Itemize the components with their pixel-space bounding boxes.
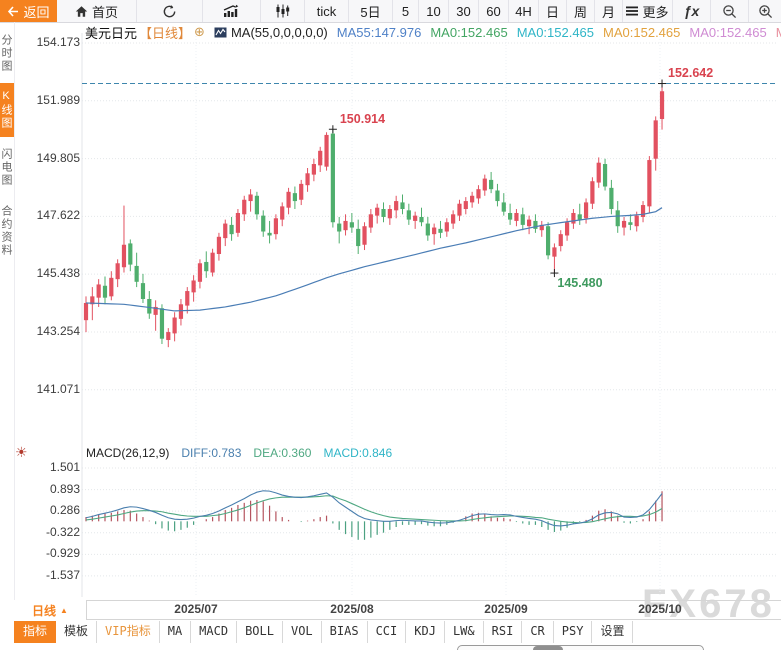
ma-value-3: MA0:152.465 xyxy=(603,25,680,40)
annotation-2: 152.642 xyxy=(668,66,713,80)
macd-axis-label: -0.929 xyxy=(18,546,80,560)
add-indicator-icon[interactable]: ⊕ xyxy=(194,24,205,40)
fx678-chart-app: 返回 首页 tick 5日 5 10 30 60 4H xyxy=(0,0,781,650)
tab-lw[interactable]: LW& xyxy=(445,621,484,643)
macd-axis-label: -0.322 xyxy=(18,525,80,539)
tab-vol[interactable]: VOL xyxy=(283,621,322,643)
x-axis-label: 2025/07 xyxy=(161,602,231,616)
tab-psy[interactable]: PSY xyxy=(554,621,593,643)
sidebar-item-contract-info[interactable]: 合约资料 xyxy=(0,197,14,265)
tab-macd[interactable]: MACD xyxy=(191,621,237,643)
macd-axis-label: -1.537 xyxy=(18,568,80,582)
price-axis-label: 147.622 xyxy=(18,208,80,222)
price-axis-label: 149.805 xyxy=(18,151,80,165)
macd-macd-value: MACD:0.846 xyxy=(323,446,392,460)
left-sidebar: 分时图 K线图 闪电图 合约资料 xyxy=(0,26,14,268)
ma-value-5: MA0:152 xyxy=(776,25,781,40)
macd-header: MACD(26,12,9) DIFF:0.783 DEA:0.360 MACD:… xyxy=(86,446,392,460)
chart-plot-area[interactable] xyxy=(0,0,781,650)
sidebar-item-timeshare[interactable]: 分时图 xyxy=(0,26,14,80)
chart-header: 美元日元 【日线】 ⊕ MA(55,0,0,0,0,0) MA55:147.97… xyxy=(85,24,781,40)
ma-value-4: MA0:152.465 xyxy=(689,25,766,40)
period-selector[interactable]: 日线 ▲ xyxy=(14,600,87,620)
price-axis-label: 151.989 xyxy=(18,93,80,107)
tab-kdj[interactable]: KDJ xyxy=(406,621,445,643)
tab-bias[interactable]: BIAS xyxy=(322,621,368,643)
x-axis-label: 2025/09 xyxy=(471,602,541,616)
indicator-settings-icon[interactable]: ☀ xyxy=(15,444,28,461)
macd-axis-label: 1.501 xyxy=(18,460,80,474)
macd-title: MACD(26,12,9) xyxy=(86,446,169,460)
tab-templates[interactable]: 模板 xyxy=(56,621,97,643)
annotation-1: 145.480 xyxy=(557,276,602,290)
price-axis-label: 154.173 xyxy=(18,35,80,49)
ma-value-2: MA0:152.465 xyxy=(517,25,594,40)
x-axis-label: 2025/08 xyxy=(317,602,387,616)
price-axis-label: 143.254 xyxy=(18,324,80,338)
macd-dea-value: DEA:0.360 xyxy=(253,446,311,460)
sidebar-item-kline[interactable]: K线图 xyxy=(0,83,14,137)
tab-settings[interactable]: 设置 xyxy=(592,621,633,643)
period-selector-label: 日线 xyxy=(32,602,56,619)
price-axis-label: 145.438 xyxy=(18,266,80,280)
macd-axis-label: 0.286 xyxy=(18,503,80,517)
tab-boll[interactable]: BOLL xyxy=(237,621,283,643)
ma-mini-chart-icon xyxy=(214,27,227,38)
tab-rsi[interactable]: RSI xyxy=(484,621,523,643)
price-axis-label: 141.071 xyxy=(18,382,80,396)
tab-ma[interactable]: MA xyxy=(160,621,191,643)
ma55-value: MA55:147.976 xyxy=(337,25,422,40)
ma-value-1: MA0:152.465 xyxy=(430,25,507,40)
triangle-up-icon: ▲ xyxy=(60,606,68,615)
annotation-0: 150.914 xyxy=(340,112,385,126)
tab-cci[interactable]: CCI xyxy=(368,621,407,643)
x-axis-label: 2025/10 xyxy=(625,602,695,616)
macd-diff-value: DIFF:0.783 xyxy=(181,446,241,460)
tab-vip-indicators[interactable]: VIP指标 xyxy=(97,621,160,643)
bottom-tab-bar: 指标 模板 VIP指标 MA MACD BOLL VOL BIAS CCI KD… xyxy=(14,621,633,643)
ma-settings-label[interactable]: MA(55,0,0,0,0,0) xyxy=(231,25,328,40)
symbol-title: 美元日元 xyxy=(85,23,137,42)
tab-cr[interactable]: CR xyxy=(522,621,553,643)
sidebar-item-lightning[interactable]: 闪电图 xyxy=(0,140,14,194)
scrollbar-thumb[interactable] xyxy=(533,646,563,650)
tab-indicators[interactable]: 指标 xyxy=(14,621,56,643)
macd-axis-label: 0.893 xyxy=(18,482,80,496)
period-tag: 【日线】 xyxy=(139,23,191,42)
horizontal-scrollbar[interactable] xyxy=(457,645,704,650)
